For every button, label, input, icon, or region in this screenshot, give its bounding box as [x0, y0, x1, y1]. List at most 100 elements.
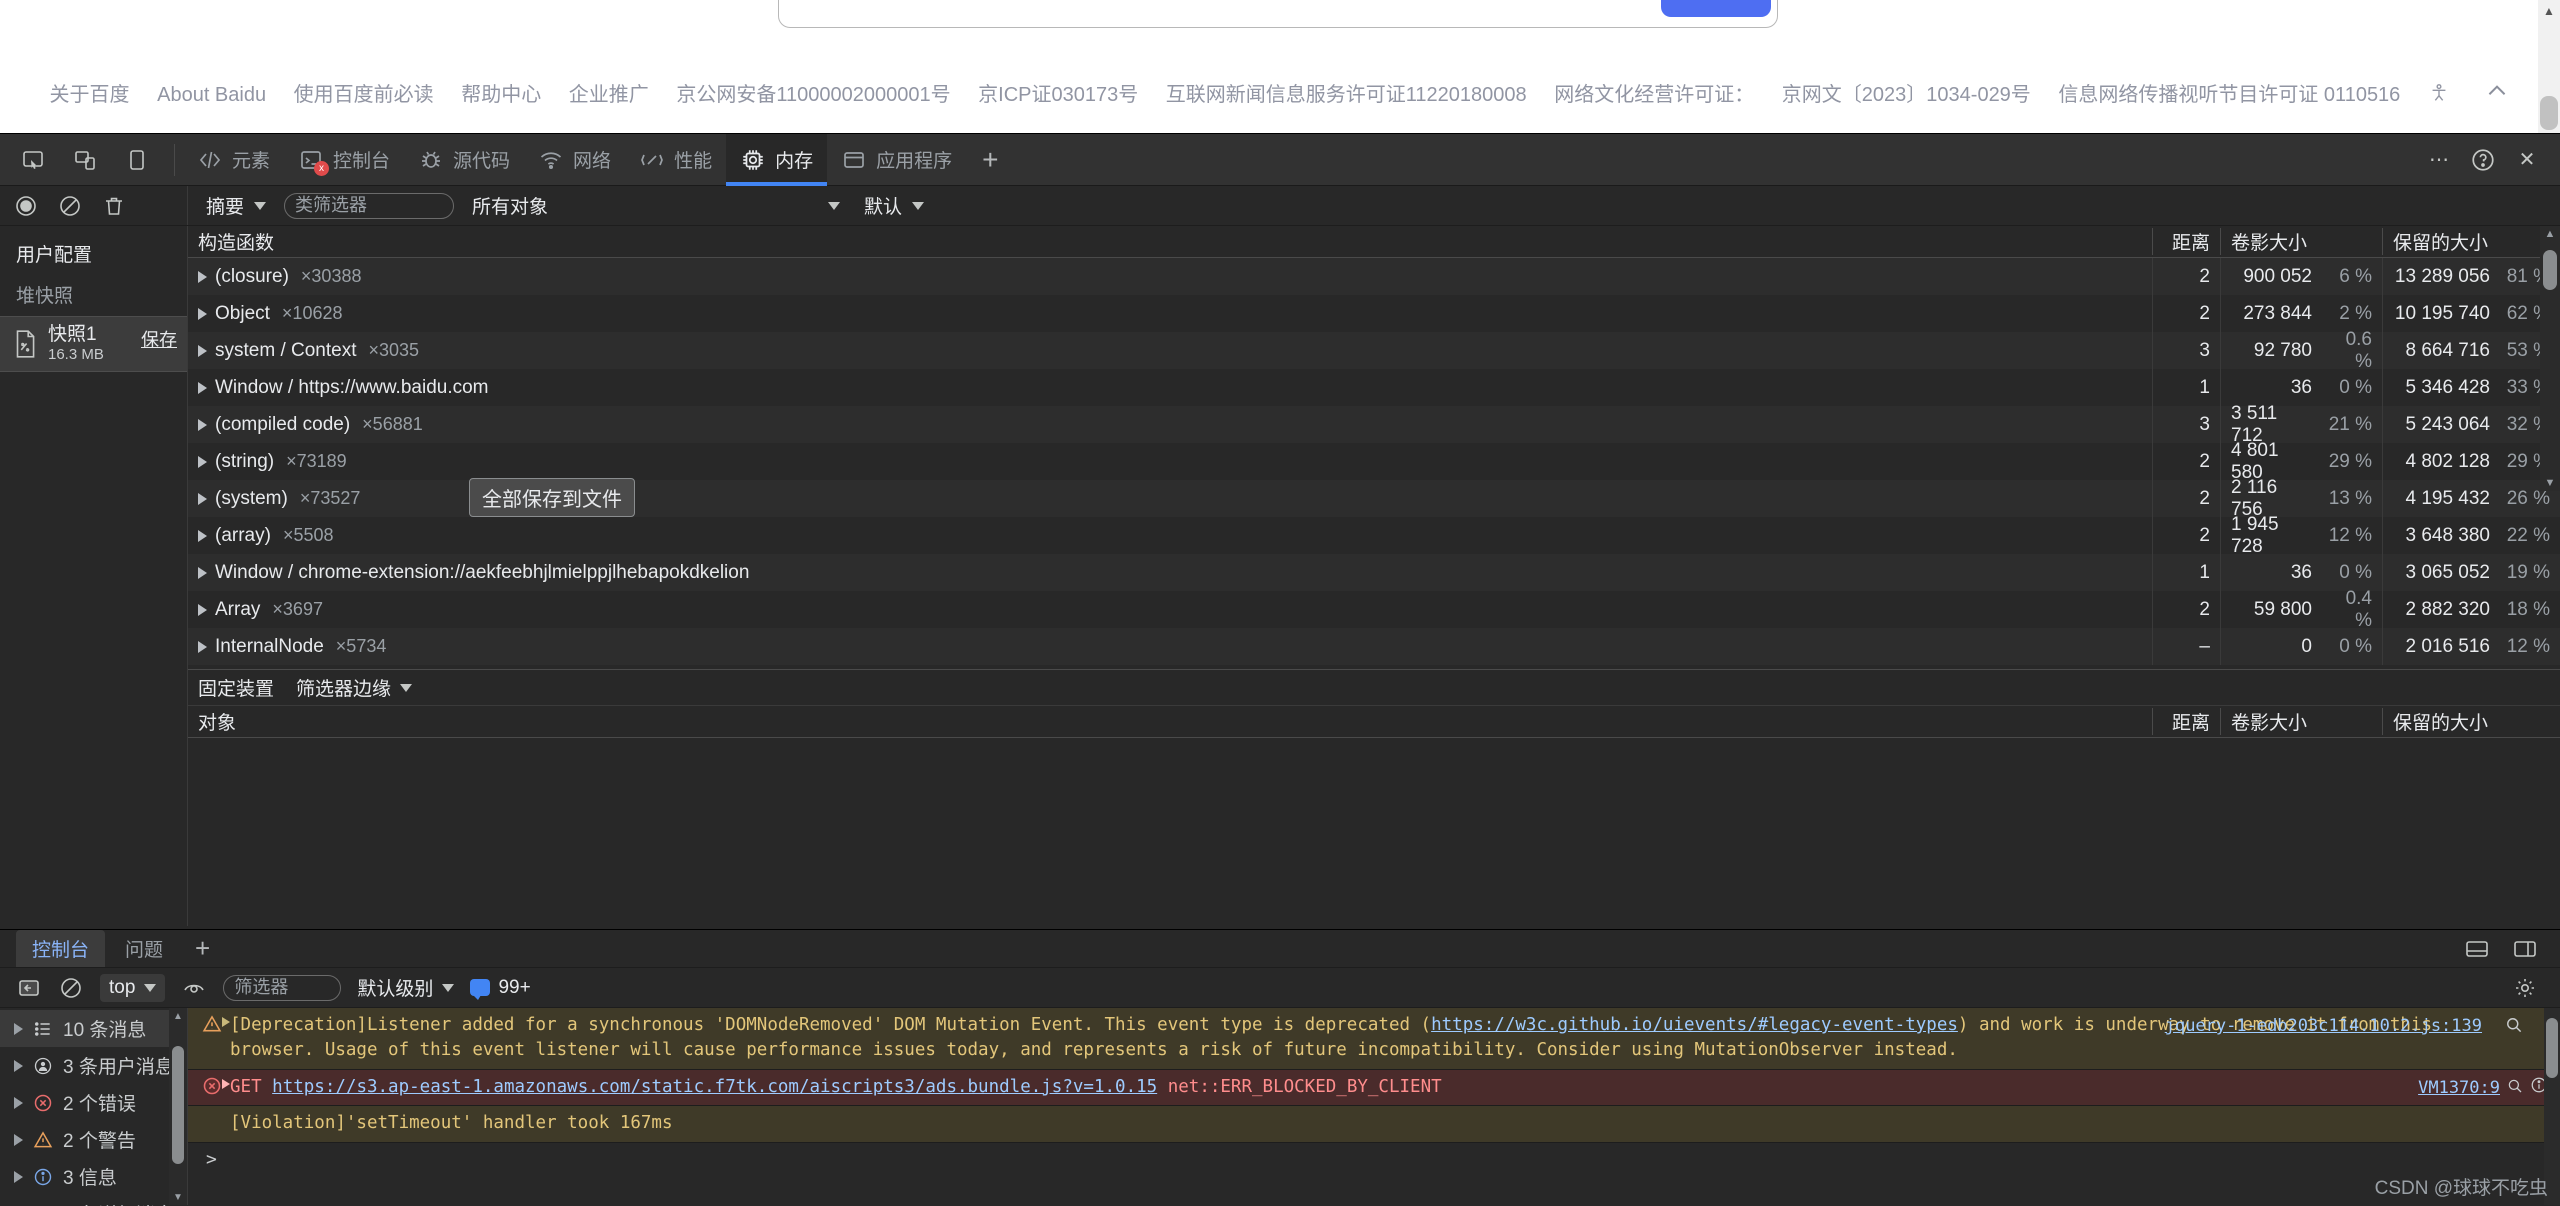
expand-triangle-icon[interactable]: [14, 1060, 23, 1072]
more-options-icon[interactable]: ⋯: [2420, 141, 2458, 179]
footer-link[interactable]: About Baidu: [157, 84, 266, 106]
message-link[interactable]: https://s3.ap-east-1.amazonaws.com/stati…: [272, 1077, 1157, 1097]
column-header-shallow-size[interactable]: 卷影大小: [2220, 228, 2382, 255]
table-row[interactable]: Window / https://www.baidu.com 1 360 % 5…: [188, 369, 2560, 406]
scroll-thumb[interactable]: [2546, 1018, 2558, 1078]
preset-select[interactable]: 默认: [858, 190, 930, 221]
tab-elements[interactable]: 元素: [183, 134, 284, 186]
table-row[interactable]: (array)×5508 2 1 945 72812 % 3 648 38022…: [188, 517, 2560, 554]
console-message-violation[interactable]: [Violation]'setTimeout' handler took 167…: [188, 1106, 2560, 1142]
snapshot-list-item[interactable]: 快照1 16.3 MB 保存: [0, 316, 187, 372]
table-row[interactable]: system / Context×3035 3 92 7800.6 % 8 66…: [188, 332, 2560, 369]
scroll-down-arrow[interactable]: ▼: [2540, 475, 2560, 491]
show-console-sidebar-icon[interactable]: [16, 975, 42, 1001]
table-row[interactable]: Window / chrome-extension://aekfeebhjlmi…: [188, 554, 2560, 591]
search-icon[interactable]: [2506, 1077, 2524, 1103]
execution-context-select[interactable]: top: [100, 974, 165, 1002]
console-sidebar-item-info[interactable]: 3 信息: [0, 1158, 187, 1195]
footer-link[interactable]: 关于百度: [50, 84, 130, 106]
footer-link[interactable]: 京网文〔2023〕1034-029号: [1782, 84, 2031, 106]
table-row[interactable]: Object×10628 2 273 8442 % 10 195 74062 %: [188, 295, 2560, 332]
expand-triangle-icon[interactable]: [198, 567, 207, 579]
footer-link[interactable]: 使用百度前必读: [294, 84, 434, 106]
console-sidebar-item-user[interactable]: 3 条用户消息: [0, 1047, 187, 1084]
console-sidebar-item-warnings[interactable]: 2 个警告: [0, 1121, 187, 1158]
console-message-warning[interactable]: [Deprecation]Listener added for a synchr…: [188, 1008, 2560, 1070]
expand-triangle-icon[interactable]: [222, 1017, 230, 1027]
device-toolbar-icon[interactable]: [66, 141, 104, 179]
expand-triangle-icon[interactable]: [198, 382, 207, 394]
expand-triangle-icon[interactable]: [198, 308, 207, 320]
tab-console[interactable]: x 控制台: [284, 134, 404, 186]
drawer-tab-issues[interactable]: 问题: [109, 930, 179, 967]
message-source-link[interactable]: VM1370:9: [2418, 1076, 2500, 1101]
expand-triangle-icon[interactable]: [14, 1134, 23, 1146]
column-header-distance[interactable]: 距离: [2152, 228, 2220, 255]
scroll-thumb[interactable]: [2540, 96, 2558, 130]
view-mode-select[interactable]: 摘要: [200, 190, 272, 221]
footer-link[interactable]: 京ICP证030173号: [978, 84, 1138, 106]
log-level-select[interactable]: 默认级别: [357, 974, 454, 1001]
inspect-icon[interactable]: [14, 141, 52, 179]
console-sidebar-item-all[interactable]: 10 条消息: [0, 1010, 187, 1047]
drawer-add-tab-button[interactable]: +: [183, 933, 222, 964]
scroll-up-arrow[interactable]: ▲: [2540, 226, 2560, 242]
tab-sources[interactable]: 源代码: [404, 134, 524, 186]
footer-link[interactable]: 信息网络传播视听节目许可证 0110516: [2058, 84, 2400, 106]
table-row[interactable]: (string)×73189 2 4 801 58029 % 4 802 128…: [188, 443, 2560, 480]
expand-triangle-icon[interactable]: [14, 1097, 23, 1109]
snapshot-save-link[interactable]: 保存: [141, 326, 177, 352]
scroll-up-arrow[interactable]: ▲: [2538, 0, 2560, 22]
search-icon[interactable]: [2504, 1015, 2524, 1043]
dock-drawer-icon[interactable]: [2458, 930, 2496, 968]
live-expression-icon[interactable]: [181, 975, 207, 1001]
expand-triangle-icon[interactable]: [198, 641, 207, 653]
expand-triangle-icon[interactable]: [198, 530, 207, 542]
page-scrollbar[interactable]: ▲: [2538, 0, 2560, 133]
expand-triangle-icon[interactable]: [198, 493, 207, 505]
console-sidebar-scrollbar[interactable]: ▲ ▼: [169, 1008, 187, 1205]
expand-triangle-icon[interactable]: [198, 604, 207, 616]
close-drawer-icon[interactable]: [2506, 930, 2544, 968]
table-row[interactable]: Array×3697 2 59 8000.4 % 2 882 32018 %: [188, 591, 2560, 628]
accessibility-icon[interactable]: [2428, 82, 2450, 110]
message-source-link[interactable]: jquery-1-edb203c114.10.2.js:139: [2165, 1014, 2482, 1039]
tab-performance[interactable]: 性能: [625, 134, 726, 186]
object-scope-select[interactable]: 所有对象: [466, 190, 846, 221]
column-header-retained-size[interactable]: 保留的大小: [2382, 228, 2560, 255]
console-sidebar-item-verbose[interactable]: 3 条详细消息: [0, 1195, 187, 1206]
tab-application[interactable]: 应用程序: [827, 134, 966, 186]
expand-triangle-icon[interactable]: [14, 1171, 23, 1183]
footer-link[interactable]: 京公网安备11000002000001号: [676, 84, 950, 106]
record-icon[interactable]: [14, 194, 38, 218]
expand-triangle-icon[interactable]: [198, 271, 207, 283]
console-filter-input[interactable]: [223, 975, 341, 1001]
dock-side-icon[interactable]: [118, 141, 156, 179]
close-devtools-icon[interactable]: ✕: [2508, 141, 2546, 179]
tab-memory[interactable]: 内存: [726, 134, 827, 186]
clear-console-icon[interactable]: [58, 975, 84, 1001]
baidu-search-box[interactable]: 百度一下: [778, 0, 1778, 28]
expand-triangle-icon[interactable]: [14, 1023, 23, 1035]
collapse-chevron-icon[interactable]: [2484, 78, 2510, 110]
footer-link[interactable]: 互联网新闻信息服务许可证11220180008: [1166, 84, 1527, 106]
expand-triangle-icon[interactable]: [198, 419, 207, 431]
filter-edges-select[interactable]: 筛选器边缘: [296, 674, 412, 701]
expand-triangle-icon[interactable]: [198, 345, 207, 357]
footer-link[interactable]: 企业推广: [569, 84, 649, 106]
scroll-thumb[interactable]: [172, 1046, 184, 1164]
drawer-tab-console[interactable]: 控制台: [16, 930, 105, 967]
expand-triangle-icon[interactable]: [222, 1079, 230, 1089]
baidu-search-button[interactable]: 百度一下: [1661, 0, 1771, 17]
column-header-retained-size[interactable]: 保留的大小: [2382, 708, 2560, 735]
tab-network[interactable]: 网络: [524, 134, 625, 186]
trash-icon[interactable]: [102, 194, 126, 218]
table-row[interactable]: (closure)×30388 2 900 0526 % 13 289 0568…: [188, 258, 2560, 295]
table-row[interactable]: (compiled code)×56881 3 3 511 71221 % 5 …: [188, 406, 2560, 443]
footer-link[interactable]: 帮助中心: [461, 84, 541, 106]
gear-icon[interactable]: [2506, 969, 2544, 1007]
column-header-distance[interactable]: 距离: [2152, 708, 2220, 735]
table-row[interactable]: InternalNode×5734 – 00 % 2 016 51612 %: [188, 628, 2560, 665]
scroll-thumb[interactable]: [2543, 250, 2557, 290]
scroll-up-arrow[interactable]: ▲: [169, 1008, 187, 1024]
